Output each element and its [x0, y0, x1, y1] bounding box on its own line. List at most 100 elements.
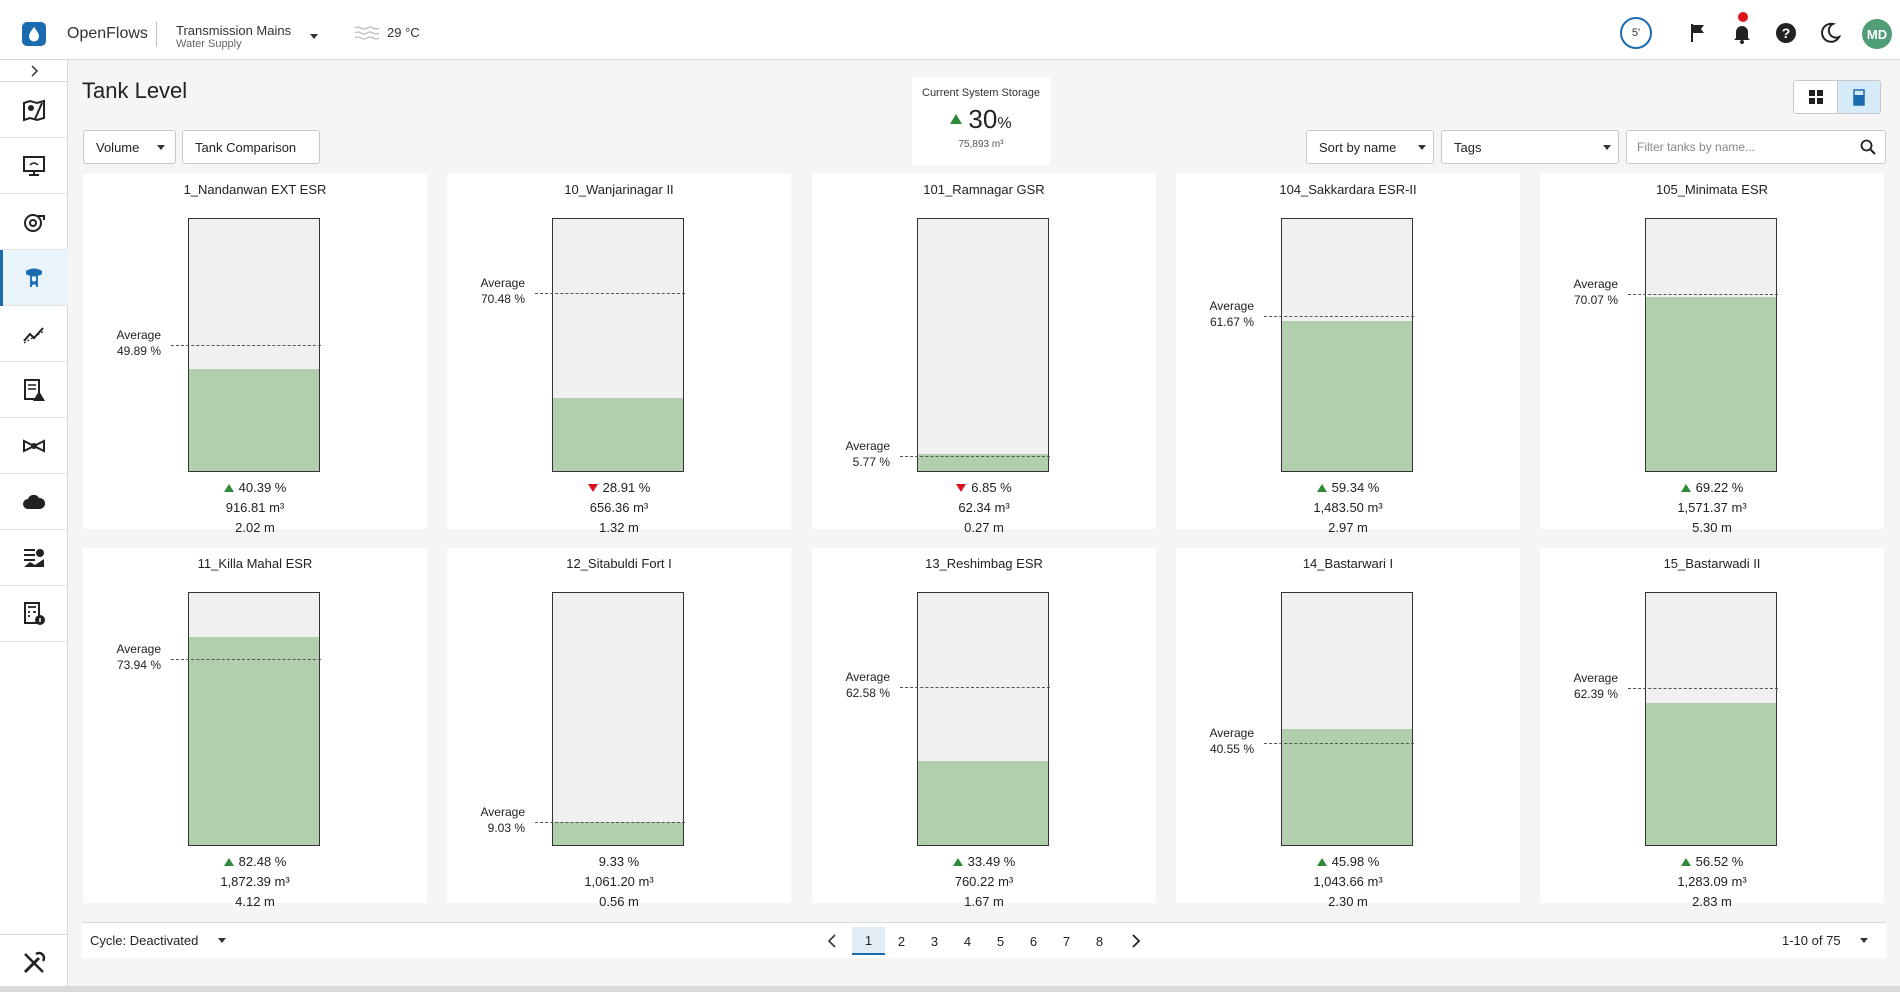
average-line: [900, 456, 1050, 458]
sidebar-item-alerts[interactable]: [0, 362, 68, 418]
top-bar: OpenFlows Transmission Mains Water Suppl…: [0, 0, 1900, 60]
sidebar-item-dashboard[interactable]: [0, 530, 68, 586]
trend-up-icon: [1316, 857, 1327, 866]
window-bottom-edge: [0, 986, 1900, 992]
tank-volume: 1,571.37 m³: [1677, 500, 1747, 515]
chevron-left-icon: [827, 934, 836, 948]
tank-card[interactable]: 13_Reshimbag ESR Average 62.58 % 33.49 % 760…: [812, 548, 1156, 909]
cycle-label: Cycle: Deactivated: [90, 933, 199, 948]
sidebar-expand-button[interactable]: [0, 60, 68, 82]
sort-dropdown[interactable]: Sort by name: [1306, 130, 1434, 164]
average-line: [1628, 687, 1778, 689]
average-line: [535, 822, 685, 824]
tank-card[interactable]: 11_Killa Mahal ESR Average 73.94 % 82.48 % 1…: [83, 548, 427, 909]
page-button[interactable]: 5: [984, 927, 1017, 955]
page-button[interactable]: 4: [951, 927, 984, 955]
sidebar-item-calculator[interactable]: [0, 586, 68, 642]
sidebar-item-cloud[interactable]: [0, 474, 68, 530]
average-value: 5.77 %: [852, 455, 890, 470]
tank-volume: 1,061.20 m³: [584, 874, 654, 889]
sidebar-item-monitor[interactable]: [0, 138, 68, 194]
average-line: [535, 293, 685, 295]
tank-height: 2.02 m: [235, 520, 275, 535]
tank-comparison-button[interactable]: Tank Comparison: [182, 130, 320, 164]
tank-fill: [1646, 296, 1776, 471]
tank-card[interactable]: 101_Ramnagar GSR Average 5.77 % 6.85 % 62.34…: [812, 174, 1156, 535]
average-label: Average 73.94 %: [83, 641, 161, 673]
tools-icon: [23, 951, 46, 973]
tank-card[interactable]: 14_Bastarwari I Average 40.55 % 45.98 % 1,04…: [1176, 548, 1520, 909]
page-button[interactable]: 2: [885, 927, 918, 955]
help-icon[interactable]: ?: [1774, 21, 1798, 45]
storage-label: Current System Storage: [922, 87, 1040, 99]
sidebar-item-pumps[interactable]: [0, 194, 68, 250]
moon-icon[interactable]: [1818, 21, 1842, 45]
tank-card[interactable]: 12_Sitabuldi Fort I Average 9.03 % 9.33 % 1,…: [447, 548, 791, 909]
project-subtitle: Water Supply: [176, 38, 242, 50]
average-value: 62.39 %: [1573, 686, 1618, 701]
cycle-dropdown[interactable]: Cycle: Deactivated: [90, 933, 226, 948]
tank-percent: 45.98 %: [1176, 854, 1520, 869]
tank-view-button[interactable]: [1837, 81, 1880, 113]
tank-name: 11_Killa Mahal ESR: [197, 556, 313, 571]
tank-card[interactable]: 1_Nandanwan EXT ESR Average 49.89 % 40.39 %…: [83, 174, 427, 535]
tank-fill: [1282, 729, 1412, 845]
filter-tanks-input[interactable]: [1637, 131, 1847, 163]
sidebar-item-tanks[interactable]: [0, 250, 68, 306]
openflows-logo-icon[interactable]: [22, 22, 46, 46]
user-avatar[interactable]: MD: [1862, 19, 1892, 49]
tank-percent-value: 9.33 %: [598, 854, 640, 869]
search-icon[interactable]: [1860, 139, 1876, 155]
page-title: Tank Level: [82, 78, 188, 103]
prev-page-button[interactable]: [812, 927, 852, 955]
tank-level-gauge: [917, 592, 1049, 846]
tank-volume: 916.81 m³: [225, 500, 285, 515]
tank-level-gauge: [1645, 218, 1777, 472]
average-value: 62.58 %: [845, 686, 890, 701]
chevron-down-icon: [218, 938, 226, 943]
average-label: Average 9.03 %: [447, 804, 525, 836]
sidebar-item-map[interactable]: [0, 82, 68, 138]
temperature: 29 °C: [387, 25, 420, 40]
bell-icon[interactable]: [1730, 21, 1754, 45]
tank-card[interactable]: 10_Wanjarinagar II Average 70.48 % 28.91 % 6…: [447, 174, 791, 535]
page-range-dropdown[interactable]: 1-10 of 75: [1782, 933, 1868, 948]
tags-dropdown[interactable]: Tags: [1441, 130, 1619, 164]
page-button[interactable]: 3: [918, 927, 951, 955]
chevron-down-icon[interactable]: [310, 34, 318, 39]
tank-name: 14_Bastarwari I: [1302, 556, 1394, 571]
tank-percent: 69.22 %: [1540, 480, 1884, 495]
grid-view-button[interactable]: [1794, 81, 1837, 113]
tank-percent-value: 28.91 %: [602, 480, 651, 495]
project-selector[interactable]: Transmission Mains Water Supply: [176, 24, 291, 51]
tank-percent-value: 6.85 %: [971, 480, 1012, 495]
trend-up-icon: [1680, 857, 1691, 866]
next-page-button[interactable]: [1116, 927, 1156, 955]
average-line: [171, 345, 321, 347]
sidebar-item-analytics[interactable]: [0, 306, 68, 362]
tank-card[interactable]: 15_Bastarwadi II Average 62.39 % 56.52 % 1,2…: [1540, 548, 1884, 909]
chevron-down-icon: [1860, 938, 1868, 943]
page-button[interactable]: 7: [1050, 927, 1083, 955]
storage-volume: 75,893 m³: [958, 139, 1004, 150]
user-initials: MD: [1866, 26, 1888, 42]
tank-card[interactable]: 105_Minimata ESR Average 70.07 % 69.22 % 1,5…: [1540, 174, 1884, 535]
page-button[interactable]: 6: [1017, 927, 1050, 955]
sidebar-item-tools[interactable]: [0, 934, 68, 990]
average-value: 70.07 %: [1573, 293, 1618, 308]
flag-icon[interactable]: [1686, 21, 1710, 45]
volume-dropdown[interactable]: Volume: [83, 130, 176, 164]
page-button[interactable]: 8: [1083, 927, 1116, 955]
page-numbers: 12345678: [852, 927, 1116, 955]
tank-card[interactable]: 104_Sakkardara ESR-II Average 61.67 % 59.34…: [1176, 174, 1520, 535]
tank-fill: [189, 637, 319, 845]
refresh-timer-button[interactable]: 5': [1620, 17, 1652, 49]
pagination-footer: Cycle: Deactivated 12345678 1-10 of 75: [82, 922, 1886, 958]
page-button[interactable]: 1: [852, 927, 885, 955]
trend-down-icon: [587, 483, 598, 492]
sidebar-item-valves[interactable]: [0, 418, 68, 474]
chevron-down-icon: [157, 145, 165, 150]
tank-name: 12_Sitabuldi Fort I: [566, 556, 672, 571]
tags-label: Tags: [1454, 139, 1482, 155]
chevron-right-icon: [1132, 934, 1141, 948]
